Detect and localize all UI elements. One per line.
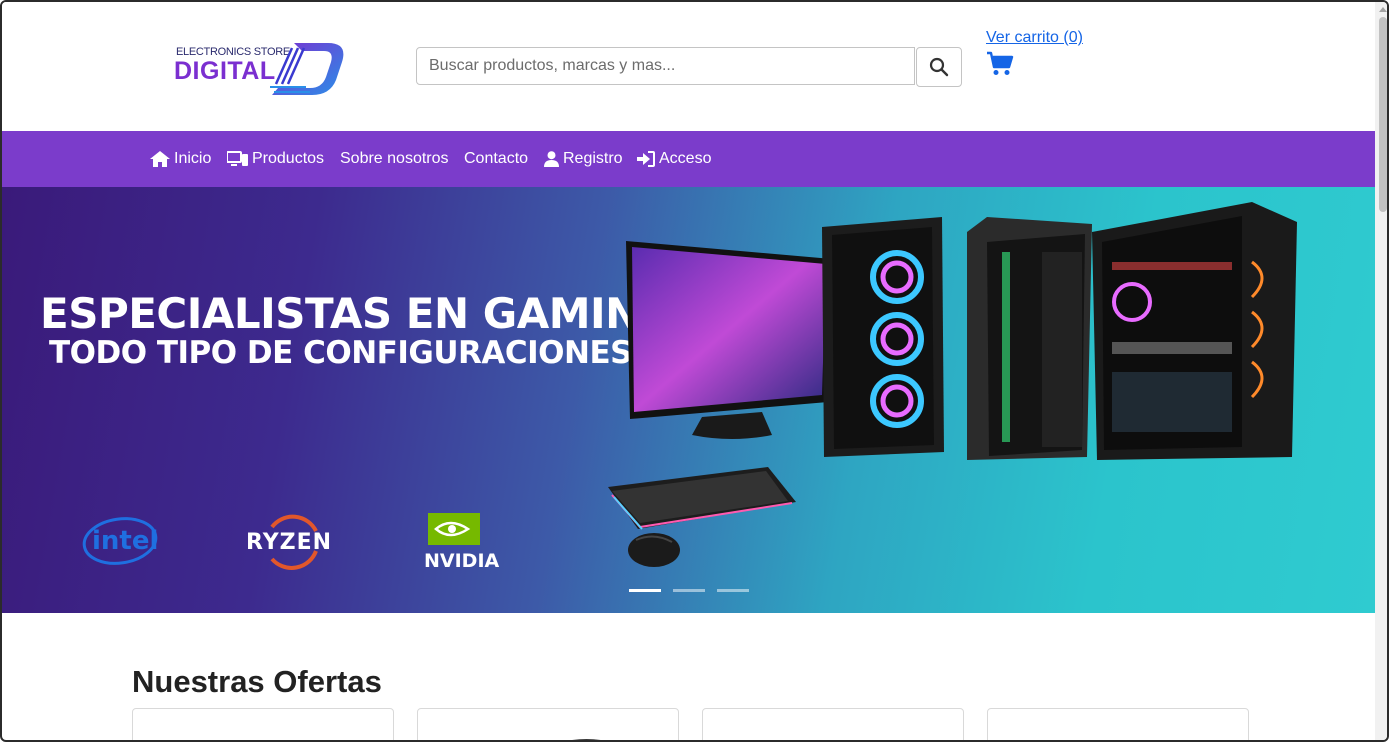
nav-item-productos[interactable]: Productos — [227, 150, 324, 168]
search-bar — [416, 47, 962, 87]
view-cart-link[interactable]: Ver carrito (0) — [986, 29, 1083, 47]
hero-title: ESPECIALISTAS EN GAMING — [40, 289, 674, 338]
mouse-image — [628, 533, 680, 567]
nav-item-contacto[interactable]: Contacto — [464, 150, 528, 168]
logo-title: DIGITAL — [174, 57, 276, 85]
search-input[interactable] — [416, 47, 915, 85]
nav-label-acceso: Acceso — [659, 150, 712, 167]
user-icon — [544, 151, 559, 167]
browser-window: ELECTRONICS STORE DIGITAL Buscar product… — [0, 0, 1389, 742]
nvidia-eye-icon — [428, 513, 480, 545]
nav-label-contacto: Contacto — [464, 150, 529, 167]
main-navbar: Inicio Productos Sobre nosotros Contacto… — [2, 131, 1375, 187]
keyboard-image — [608, 467, 796, 530]
brand-ryzen: RYZEN — [246, 530, 333, 555]
search-icon — [929, 57, 949, 77]
home-icon — [150, 151, 170, 167]
carousel-indicator-3[interactable] — [717, 589, 749, 592]
offers-heading: Nuestras Ofertas — [132, 664, 382, 699]
nav-item-acceso[interactable]: Acceso — [637, 150, 711, 168]
sign-in-icon — [637, 151, 655, 167]
pc-tower-image — [1092, 202, 1297, 460]
logo-mark-icon — [270, 43, 344, 95]
nav-label-inicio: Inicio — [174, 150, 212, 167]
brand-nvidia: NVIDIA — [424, 550, 500, 572]
carousel-indicator-2[interactable] — [673, 589, 705, 592]
shopping-cart-icon[interactable] — [986, 51, 1014, 77]
product-card[interactable] — [987, 708, 1249, 740]
store-logo[interactable]: ELECTRONICS STORE DIGITAL — [174, 40, 349, 98]
hero-carousel[interactable]: ESPECIALISTAS EN GAMING TODO TIPO DE CON… — [2, 187, 1375, 613]
product-card[interactable] — [132, 708, 394, 740]
site-header: ELECTRONICS STORE DIGITAL Buscar product… — [2, 2, 1375, 131]
intel-logo: intel — [82, 514, 162, 570]
nav-item-inicio[interactable]: Inicio — [150, 150, 211, 168]
page-scrollbar[interactable] — [1375, 2, 1387, 740]
nav-label-registro: Registro — [563, 150, 623, 167]
product-image — [572, 739, 600, 740]
carousel-indicator-1[interactable] — [629, 589, 661, 592]
nav-label-productos: Productos — [252, 150, 325, 167]
nvidia-logo: NVIDIA — [422, 513, 502, 573]
scrollbar-thumb[interactable] — [1379, 17, 1387, 212]
scroll-up-arrow-icon[interactable] — [1379, 7, 1387, 12]
search-button[interactable] — [916, 47, 962, 87]
nav-label-sobre-nosotros: Sobre nosotros — [340, 150, 449, 167]
product-card[interactable] — [702, 708, 964, 740]
ryzen-logo: RYZEN — [244, 511, 340, 575]
nav-item-registro[interactable]: Registro — [544, 150, 623, 168]
pc-tower-image — [822, 217, 944, 457]
devices-icon — [227, 151, 248, 166]
cart-area: Ver carrito (0) — [986, 29, 1083, 75]
brand-intel: intel — [92, 526, 159, 556]
nav-item-sobre-nosotros[interactable]: Sobre nosotros — [340, 150, 449, 168]
hero-subtitle: TODO TIPO DE CONFIGURACIONES — [49, 335, 632, 371]
product-card[interactable] — [417, 708, 679, 740]
pc-tower-image — [967, 217, 1092, 460]
